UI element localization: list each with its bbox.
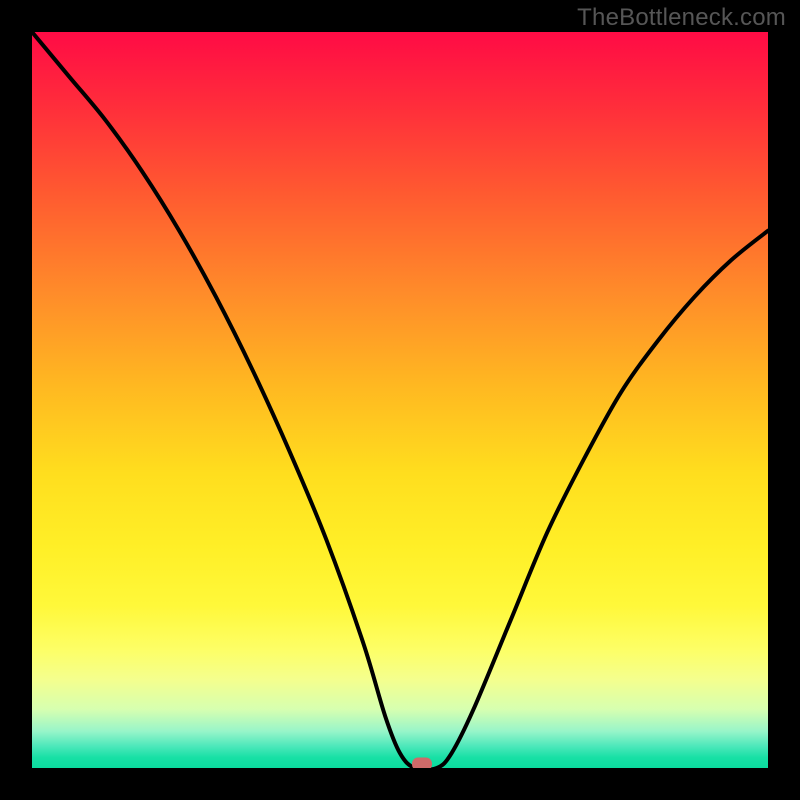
- bottleneck-curve: [32, 32, 768, 768]
- watermark-text: TheBottleneck.com: [577, 4, 786, 32]
- plot-area: [32, 32, 768, 768]
- optimal-point-marker: [412, 758, 432, 768]
- chart-frame: TheBottleneck.com: [0, 0, 800, 800]
